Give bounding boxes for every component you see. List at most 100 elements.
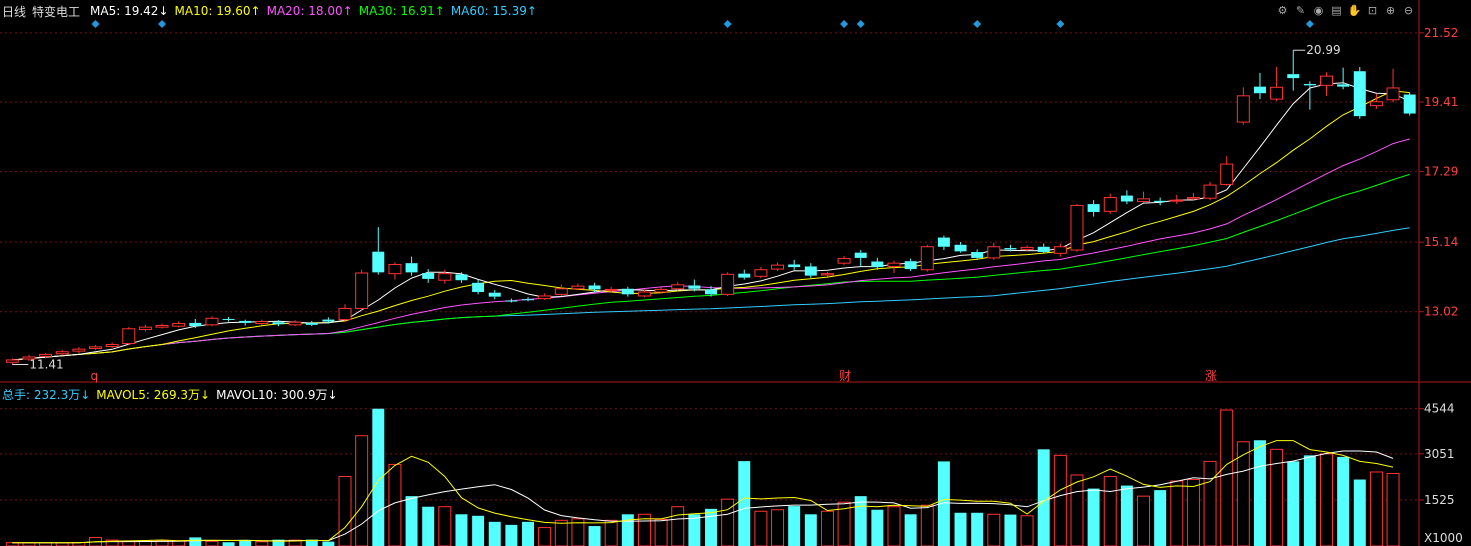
candle-body[interactable] <box>1369 101 1383 107</box>
volume-bar[interactable] <box>1220 409 1234 546</box>
volume-bar[interactable] <box>255 541 269 546</box>
event-diamond-marker[interactable] <box>91 20 100 28</box>
volume-bar[interactable] <box>438 506 452 546</box>
candle-body[interactable] <box>205 317 219 326</box>
volume-bar[interactable] <box>688 514 701 546</box>
candle-body[interactable] <box>1087 204 1100 212</box>
candle-body[interactable] <box>1203 184 1217 199</box>
candle-body[interactable] <box>372 251 385 273</box>
candle-body[interactable] <box>788 264 801 268</box>
candle-body[interactable] <box>937 237 950 247</box>
candle-body[interactable] <box>1253 86 1266 94</box>
candle-body[interactable] <box>472 282 485 293</box>
volume-bar[interactable] <box>1087 488 1100 546</box>
event-marker-label[interactable]: 涨 <box>1205 368 1217 383</box>
volume-bar[interactable] <box>355 435 369 546</box>
candle-body[interactable] <box>422 273 435 279</box>
volume-bar[interactable] <box>971 512 984 546</box>
candle-body[interactable] <box>571 285 585 290</box>
candle-body[interactable] <box>138 326 152 330</box>
volume-bar[interactable] <box>904 514 917 546</box>
volume-bar[interactable] <box>920 504 934 546</box>
volume-bar[interactable] <box>1137 495 1151 546</box>
volume-bar[interactable] <box>322 541 335 546</box>
candle-body[interactable] <box>1120 195 1133 202</box>
volume-bar[interactable] <box>604 519 618 546</box>
candle-body[interactable] <box>488 292 501 297</box>
candle-body[interactable] <box>239 320 252 323</box>
candle-body[interactable] <box>1320 75 1333 86</box>
volume-bar[interactable] <box>488 521 501 546</box>
candle-body[interactable] <box>1386 87 1400 101</box>
candle-body[interactable] <box>1186 197 1200 200</box>
candle-body[interactable] <box>854 252 867 258</box>
volume-bar[interactable] <box>1287 461 1300 546</box>
volume-bar[interactable] <box>654 518 668 546</box>
volume-bar[interactable] <box>505 524 518 546</box>
candle-body[interactable] <box>920 246 934 271</box>
candle-body[interactable] <box>1403 94 1416 114</box>
volume-bar[interactable] <box>754 510 768 546</box>
event-diamond-marker[interactable] <box>1056 20 1065 28</box>
candle-body[interactable] <box>1270 86 1284 100</box>
candle-body[interactable] <box>288 321 302 326</box>
candle-body[interactable] <box>55 351 69 355</box>
candle-body[interactable] <box>604 288 618 291</box>
candle-body[interactable] <box>621 288 634 295</box>
candle-body[interactable] <box>155 325 169 328</box>
candle-body[interactable] <box>754 269 768 277</box>
event-diamond-marker[interactable] <box>840 20 849 28</box>
candle-body[interactable] <box>89 346 102 349</box>
candle-body[interactable] <box>721 273 735 295</box>
candle-body[interactable] <box>771 264 785 270</box>
volume-bar[interactable] <box>205 540 219 546</box>
volume-bar[interactable] <box>621 514 634 546</box>
volume-bar[interactable] <box>820 510 834 546</box>
candle-body[interactable] <box>987 246 1001 259</box>
candle-body[interactable] <box>39 353 53 357</box>
stock-chart[interactable]: 21.52 19.41 17.29 15.14 13.02 4544 3051 1525 X10… <box>0 0 1471 546</box>
candle-body[interactable] <box>305 322 318 325</box>
candle-body[interactable] <box>820 273 834 276</box>
candle-body[interactable] <box>1170 199 1184 202</box>
volume-bar[interactable] <box>1369 471 1383 546</box>
volume-bar[interactable] <box>871 509 884 546</box>
volume-bar[interactable] <box>372 408 385 546</box>
volume-bar[interactable] <box>588 526 601 546</box>
candle-body[interactable] <box>1353 71 1366 117</box>
volume-bar[interactable] <box>1070 474 1084 546</box>
candle-body[interactable] <box>189 322 202 327</box>
candle-body[interactable] <box>322 319 335 322</box>
candle-body[interactable] <box>122 328 136 345</box>
candle-body[interactable] <box>438 273 452 281</box>
volume-bar[interactable] <box>422 506 435 546</box>
volume-bar[interactable] <box>554 519 568 546</box>
candle-body[interactable] <box>971 252 984 258</box>
event-diamond-marker[interactable] <box>973 20 982 28</box>
candle-body[interactable] <box>871 261 884 268</box>
volume-bar[interactable] <box>1337 456 1350 546</box>
candle-body[interactable] <box>804 266 817 276</box>
candle-body[interactable] <box>455 274 468 281</box>
event-diamond-marker[interactable] <box>856 20 865 28</box>
candle-body[interactable] <box>1154 200 1167 203</box>
volume-bar[interactable] <box>854 496 867 546</box>
candle-body[interactable] <box>654 288 668 293</box>
candle-body[interactable] <box>405 263 418 273</box>
candle-body[interactable] <box>705 289 717 295</box>
volume-bar[interactable] <box>887 506 901 546</box>
candle-body[interactable] <box>1053 246 1067 254</box>
volume-bar[interactable] <box>671 506 685 546</box>
volume-bar[interactable] <box>788 506 801 546</box>
volume-bar[interactable] <box>472 515 485 546</box>
candle-body[interactable] <box>1337 84 1350 87</box>
candle-body[interactable] <box>637 291 651 297</box>
volume-bar[interactable] <box>1320 453 1333 546</box>
volume-bar[interactable] <box>771 509 785 546</box>
candle-body[interactable] <box>887 262 901 267</box>
candle-body[interactable] <box>954 244 967 252</box>
volume-bar[interactable] <box>1170 480 1184 546</box>
candle-body[interactable] <box>388 263 402 275</box>
volume-bar[interactable] <box>1103 476 1117 546</box>
volume-bar[interactable] <box>538 527 552 546</box>
